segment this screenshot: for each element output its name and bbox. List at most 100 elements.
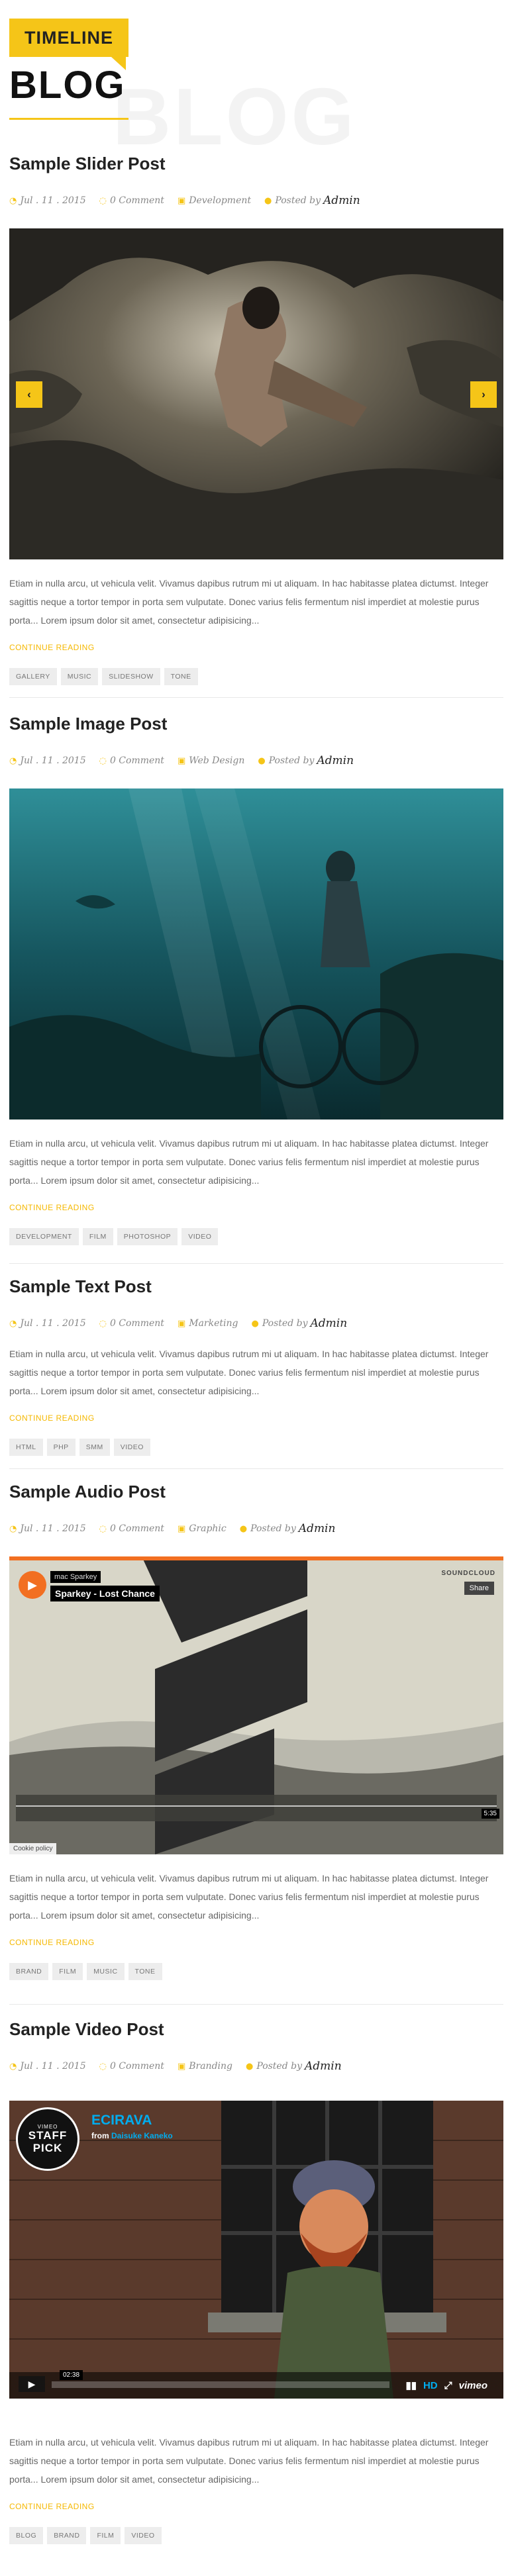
continue-reading-link[interactable]: CONTINUE READING [9,1938,503,1947]
share-button[interactable]: Share [464,1582,494,1596]
tag[interactable]: DEVELOPMENT [9,1228,79,1246]
tag[interactable]: VIDEO [181,1228,219,1246]
folder-icon: ▣ [177,2061,186,2072]
tag[interactable]: FILM [90,2527,121,2545]
slider-next-button[interactable]: › [470,381,497,408]
track-artist[interactable]: mac Sparkey [50,1571,101,1584]
slider-prev-button[interactable]: ‹ [16,381,42,408]
post-author[interactable]: Admin [299,1522,336,1535]
post-author[interactable]: Admin [310,1317,347,1330]
post-divider [9,697,503,698]
volume-icon[interactable]: ▮▮ [405,2379,417,2391]
post-title[interactable]: Sample Slider Post [9,154,503,174]
staff-pick-avatar[interactable]: VIMEO STAFF PICK [16,2107,79,2171]
from-label: from [91,2131,109,2141]
post-audio: Sample Audio Post ◔ Jul . 11 . 2015 ◌ 0 Co… [9,1482,503,1981]
post-category[interactable]: Development [189,195,251,206]
tag[interactable]: VIDEO [125,2527,162,2545]
user-icon: ● [246,2061,254,2072]
cookie-policy-link[interactable]: Cookie policy [9,1843,57,1855]
post-excerpt: Etiam in nulla arcu, ut vehicula velit. … [9,2437,489,2485]
post-excerpt: Etiam in nulla arcu, ut vehicula velit. … [9,1138,489,1186]
comment-icon: ◌ [99,755,107,766]
posted-by-label: Posted by [256,2061,303,2072]
post-category[interactable]: Graphic [189,1523,227,1534]
post-meta: ◔ Jul . 11 . 2015 ◌ 0 Comment ▣ Marketing ●… [9,1317,503,1330]
track-title[interactable]: Sparkey - Lost Chance [50,1586,160,1602]
post-date: Jul . 11 . 2015 [20,1523,86,1535]
clock-icon: ◔ [9,755,17,766]
post-comments[interactable]: 0 Comment [110,195,164,206]
continue-reading-link[interactable]: CONTINUE READING [9,1413,503,1423]
post-category[interactable]: Branding [189,2061,232,2072]
title-underline [9,118,128,120]
player-icons: ▮▮ HD ⤢ vimeo [399,2379,487,2392]
play-button[interactable]: ▶ [19,2376,45,2393]
continue-reading-link[interactable]: CONTINUE READING [9,1203,503,1212]
play-icon: ▶ [28,1578,37,1592]
tag[interactable]: SLIDESHOW [102,668,160,686]
post-comments[interactable]: 0 Comment [110,1318,164,1329]
tag[interactable]: PHP [46,1439,76,1456]
tag[interactable]: FILM [52,1963,83,1981]
comment-icon: ◌ [99,2061,107,2072]
posted-by-label: Posted by [268,755,315,767]
post-title[interactable]: Sample Audio Post [9,1482,503,1502]
post-meta: ◔ Jul . 11 . 2015 ◌ 0 Comment ▣ Development… [9,194,503,207]
post-author[interactable]: Admin [323,194,360,207]
slider[interactable]: ‹ › [9,228,503,560]
tag[interactable]: TONE [164,668,198,686]
post-author[interactable]: Admin [317,754,354,767]
soundcloud-logo[interactable]: SOUNDCLOUD [441,1570,495,1577]
continue-reading-link[interactable]: CONTINUE READING [9,643,503,652]
tag[interactable]: MUSIC [60,668,99,686]
tag[interactable]: GALLERY [9,668,57,686]
folder-icon: ▣ [177,755,186,766]
post-image: Sample Image Post ◔ Jul . 11 . 2015 ◌ 0 Co… [9,714,503,1246]
user-icon: ● [264,195,272,206]
progress-bar[interactable] [52,2381,389,2389]
post-comments[interactable]: 0 Comment [110,755,164,766]
post-category[interactable]: Web Design [189,755,244,766]
post-author[interactable]: Admin [305,2060,342,2073]
track-duration: 5:35 [481,1809,499,1819]
video-title[interactable]: ECIRAVA [91,2113,152,2128]
post-title[interactable]: Sample Image Post [9,714,503,734]
folder-icon: ▣ [177,195,186,206]
post-title[interactable]: Sample Video Post [9,2019,503,2040]
tag[interactable]: BLOG [9,2527,44,2545]
post-text: Sample Text Post ◔ Jul . 11 . 2015 ◌ 0 Com… [9,1276,503,1456]
avatar-line2: PICK [32,2141,63,2154]
hd-button[interactable]: HD [423,2380,438,2391]
user-icon: ● [239,1523,248,1534]
vimeo-player[interactable]: VIMEO STAFF PICK ECIRAVA from Daisuke Ka… [9,2101,503,2399]
post-category[interactable]: Marketing [189,1318,238,1329]
tag[interactable]: VIDEO [113,1439,150,1456]
tag[interactable]: PHOTOSHOP [117,1228,178,1246]
tag[interactable]: SMM [79,1439,110,1456]
continue-reading-link[interactable]: CONTINUE READING [9,2502,503,2511]
post-divider [9,1468,503,1469]
tag[interactable]: BRAND [47,2527,87,2545]
soundcloud-player[interactable]: ▶ mac Sparkey Sparkey - Lost Chance SOUN… [9,1556,503,1855]
user-icon: ● [251,1318,259,1329]
blog-watermark: BLOG [113,72,357,162]
tag[interactable]: MUSIC [87,1963,125,1981]
post-image-media[interactable] [9,788,503,1120]
tag[interactable]: FILM [82,1228,113,1246]
video-author[interactable]: Daisuke Kaneko [111,2131,173,2140]
tag[interactable]: TONE [128,1963,162,1981]
chevron-right-icon: › [482,388,486,401]
fullscreen-icon[interactable]: ⤢ [444,2380,452,2391]
vimeo-logo[interactable]: vimeo [459,2380,487,2391]
player-accent-bar [9,1556,503,1561]
tag[interactable]: HTML [9,1439,43,1456]
tag[interactable]: BRAND [9,1963,49,1981]
user-icon: ● [258,755,266,766]
play-button[interactable]: ▶ [19,1571,46,1599]
post-comments[interactable]: 0 Comment [110,2061,164,2072]
play-icon: ▶ [28,2378,36,2389]
post-title[interactable]: Sample Text Post [9,1276,503,1297]
post-comments[interactable]: 0 Comment [110,1523,164,1534]
post-excerpt: Etiam in nulla arcu, ut vehicula velit. … [9,578,489,626]
